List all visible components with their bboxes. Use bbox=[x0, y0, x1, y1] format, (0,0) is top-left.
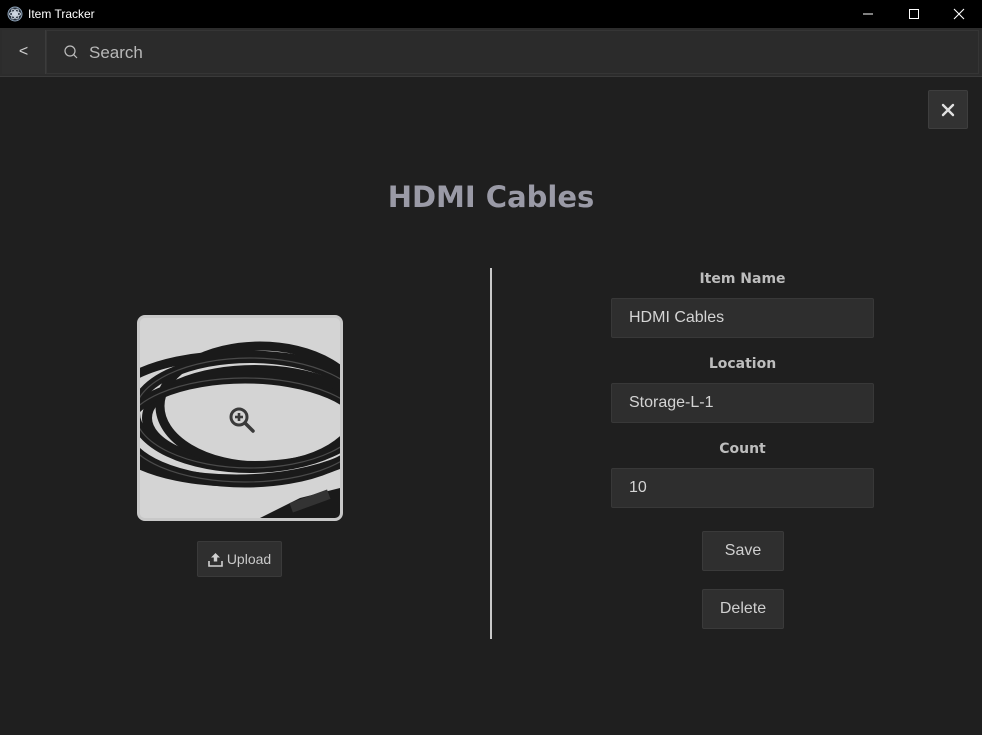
location-label: Location bbox=[708, 356, 777, 372]
location-field[interactable] bbox=[611, 383, 874, 423]
close-icon bbox=[953, 8, 965, 20]
save-button[interactable]: Save bbox=[702, 531, 784, 571]
back-button[interactable]: < bbox=[2, 30, 46, 74]
count-label: Count bbox=[719, 441, 766, 457]
upload-button[interactable]: Upload bbox=[197, 541, 282, 577]
window-title: Item Tracker bbox=[28, 7, 95, 21]
search-box[interactable] bbox=[46, 30, 979, 75]
zoom-in-icon[interactable] bbox=[228, 406, 256, 434]
app-logo-icon bbox=[7, 6, 23, 22]
minimize-icon bbox=[863, 13, 873, 15]
search-toolbar: < bbox=[0, 28, 982, 77]
item-image[interactable] bbox=[137, 315, 343, 521]
item-name-label: Item Name bbox=[699, 271, 786, 287]
close-window-button[interactable] bbox=[936, 0, 982, 28]
search-input[interactable] bbox=[87, 31, 971, 75]
item-title: HDMI Cables bbox=[387, 180, 595, 214]
maximize-button[interactable] bbox=[891, 0, 937, 28]
window-titlebar: Item Tracker bbox=[0, 0, 982, 28]
vertical-divider bbox=[490, 268, 492, 639]
delete-button[interactable]: Delete bbox=[702, 589, 784, 629]
upload-label: Upload bbox=[226, 551, 272, 567]
minimize-button[interactable] bbox=[845, 0, 891, 28]
close-panel-button[interactable] bbox=[928, 90, 968, 129]
search-icon bbox=[64, 45, 78, 59]
item-name-field[interactable] bbox=[611, 298, 874, 338]
maximize-icon bbox=[909, 9, 919, 19]
count-field[interactable] bbox=[611, 468, 874, 508]
upload-icon bbox=[208, 552, 223, 567]
close-icon bbox=[941, 103, 955, 116]
